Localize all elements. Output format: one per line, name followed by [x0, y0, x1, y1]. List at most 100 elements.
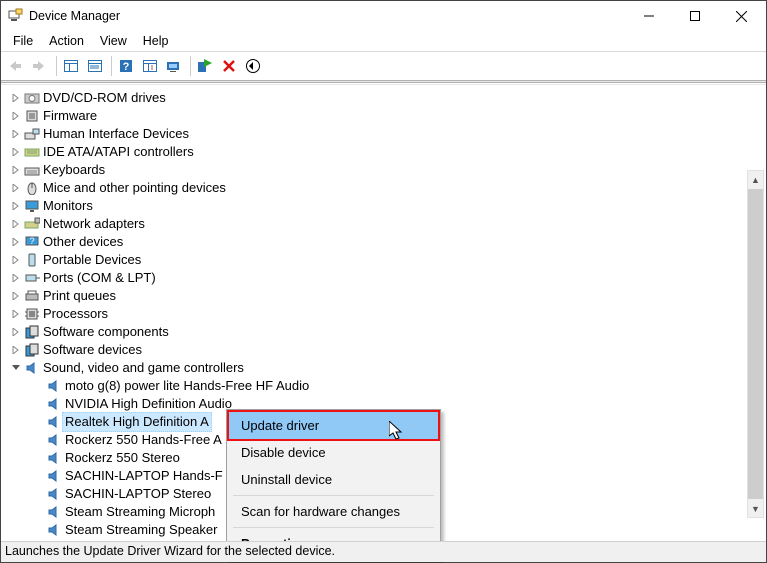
menu-separator	[233, 495, 434, 496]
back-button	[5, 55, 27, 77]
scan-hardware-button[interactable]	[139, 55, 161, 77]
tree-label: Steam Streaming Speaker	[63, 521, 219, 539]
sound-icon	[45, 379, 63, 393]
chevron-right-icon[interactable]	[9, 220, 23, 228]
toolbar: ?	[1, 52, 766, 80]
tree-node-printq[interactable]: Print queues	[9, 287, 766, 305]
tree-node-other[interactable]: ?Other devices	[9, 233, 766, 251]
sound-icon	[45, 451, 63, 465]
tree-label: SACHIN-LAPTOP Stereo	[63, 485, 213, 503]
keyboard-icon	[23, 163, 41, 177]
sound-icon	[45, 487, 63, 501]
maximize-button[interactable]	[672, 1, 718, 31]
tree-node-processors[interactable]: Processors	[9, 305, 766, 323]
properties-button[interactable]	[84, 55, 106, 77]
scroll-up-button[interactable]: ▲	[748, 171, 763, 188]
sound-icon	[45, 523, 63, 537]
menu-view[interactable]: View	[92, 32, 135, 50]
network-icon	[23, 217, 41, 231]
chevron-right-icon[interactable]	[9, 238, 23, 246]
update-driver-button[interactable]	[163, 55, 185, 77]
close-button[interactable]	[718, 1, 764, 31]
tree-node-swcomp[interactable]: Software components	[9, 323, 766, 341]
tree-node-monitors[interactable]: Monitors	[9, 197, 766, 215]
menu-disable-device[interactable]: Disable device	[229, 439, 438, 466]
monitor-icon	[23, 199, 41, 213]
chevron-right-icon[interactable]	[9, 184, 23, 192]
tree-node-ports[interactable]: Ports (COM & LPT)	[9, 269, 766, 287]
chevron-right-icon[interactable]	[9, 202, 23, 210]
tree-label: Keyboards	[41, 161, 107, 179]
titlebar: Device Manager	[1, 1, 766, 31]
chevron-right-icon[interactable]	[9, 292, 23, 300]
tree-node-firmware[interactable]: Firmware	[9, 107, 766, 125]
menu-help[interactable]: Help	[135, 32, 177, 50]
vertical-scrollbar[interactable]: ▲ ▼	[747, 170, 764, 518]
other-icon: ?	[23, 235, 41, 249]
tree-node-swdev[interactable]: Software devices	[9, 341, 766, 359]
scroll-thumb[interactable]	[748, 189, 763, 499]
svg-text:?: ?	[29, 236, 34, 246]
sound-icon	[45, 415, 63, 429]
chevron-right-icon[interactable]	[9, 274, 23, 282]
tree-node-mice[interactable]: Mice and other pointing devices	[9, 179, 766, 197]
sound-icon	[45, 433, 63, 447]
chevron-right-icon[interactable]	[9, 346, 23, 354]
svg-text:?: ?	[123, 61, 130, 73]
processor-icon	[23, 307, 41, 321]
tree-node-keyboards[interactable]: Keyboards	[9, 161, 766, 179]
tree-node-sound[interactable]: Sound, video and game controllers	[9, 359, 766, 377]
tree-label: Ports (COM & LPT)	[41, 269, 158, 287]
tree-node-network[interactable]: Network adapters	[9, 215, 766, 233]
tree-label: Monitors	[41, 197, 95, 215]
uninstall-button[interactable]	[218, 55, 240, 77]
tree-node-ide[interactable]: IDE ATA/ATAPI controllers	[9, 143, 766, 161]
minimize-button[interactable]	[626, 1, 672, 31]
tree-label: Rockerz 550 Hands-Free A	[63, 431, 224, 449]
chevron-right-icon[interactable]	[9, 328, 23, 336]
tree-label: Print queues	[41, 287, 118, 305]
ide-icon	[23, 145, 41, 159]
dvd-icon	[23, 91, 41, 105]
tree-label: Network adapters	[41, 215, 147, 233]
mouse-icon	[23, 181, 41, 195]
chevron-down-icon[interactable]	[9, 364, 23, 372]
tree-node-portable[interactable]: Portable Devices	[9, 251, 766, 269]
tree-label: DVD/CD-ROM drives	[41, 89, 168, 107]
toolbar-separator	[56, 56, 57, 76]
portable-icon	[23, 253, 41, 267]
tree-label: Sound, video and game controllers	[41, 359, 246, 377]
chevron-right-icon[interactable]	[9, 310, 23, 318]
chevron-right-icon[interactable]	[9, 94, 23, 102]
chevron-right-icon[interactable]	[9, 256, 23, 264]
menu-update-driver[interactable]: Update driver	[227, 410, 440, 441]
forward-button	[29, 55, 51, 77]
scroll-down-button[interactable]: ▼	[748, 500, 763, 517]
chevron-right-icon[interactable]	[9, 148, 23, 156]
context-menu: Update driver Disable device Uninstall d…	[226, 409, 441, 560]
menu-scan-hardware[interactable]: Scan for hardware changes	[229, 498, 438, 525]
tree-node-moto[interactable]: moto g(8) power lite Hands-Free HF Audio	[31, 377, 766, 395]
chevron-right-icon[interactable]	[9, 166, 23, 174]
menu-action[interactable]: Action	[41, 32, 92, 50]
toolbar-separator	[190, 56, 191, 76]
toolbar-border	[1, 80, 766, 83]
menu-uninstall-device[interactable]: Uninstall device	[229, 466, 438, 493]
tree-label: moto g(8) power lite Hands-Free HF Audio	[63, 377, 311, 395]
tree-label: Software components	[41, 323, 171, 341]
menu-file[interactable]: File	[5, 32, 41, 50]
chevron-right-icon[interactable]	[9, 112, 23, 120]
enable-button[interactable]	[194, 55, 216, 77]
chevron-right-icon[interactable]	[9, 130, 23, 138]
tree-label: Portable Devices	[41, 251, 143, 269]
sound-icon	[23, 361, 41, 375]
firmware-icon	[23, 109, 41, 123]
tree-label: Processors	[41, 305, 110, 323]
menubar: File Action View Help	[1, 31, 766, 52]
tree-node-hid[interactable]: Human Interface Devices	[9, 125, 766, 143]
help-button[interactable]: ?	[115, 55, 137, 77]
scan-changes-button[interactable]	[242, 55, 264, 77]
tree-node-dvd[interactable]: DVD/CD-ROM drives	[9, 89, 766, 107]
swdev-icon	[23, 343, 41, 357]
show-hide-tree-button[interactable]	[60, 55, 82, 77]
